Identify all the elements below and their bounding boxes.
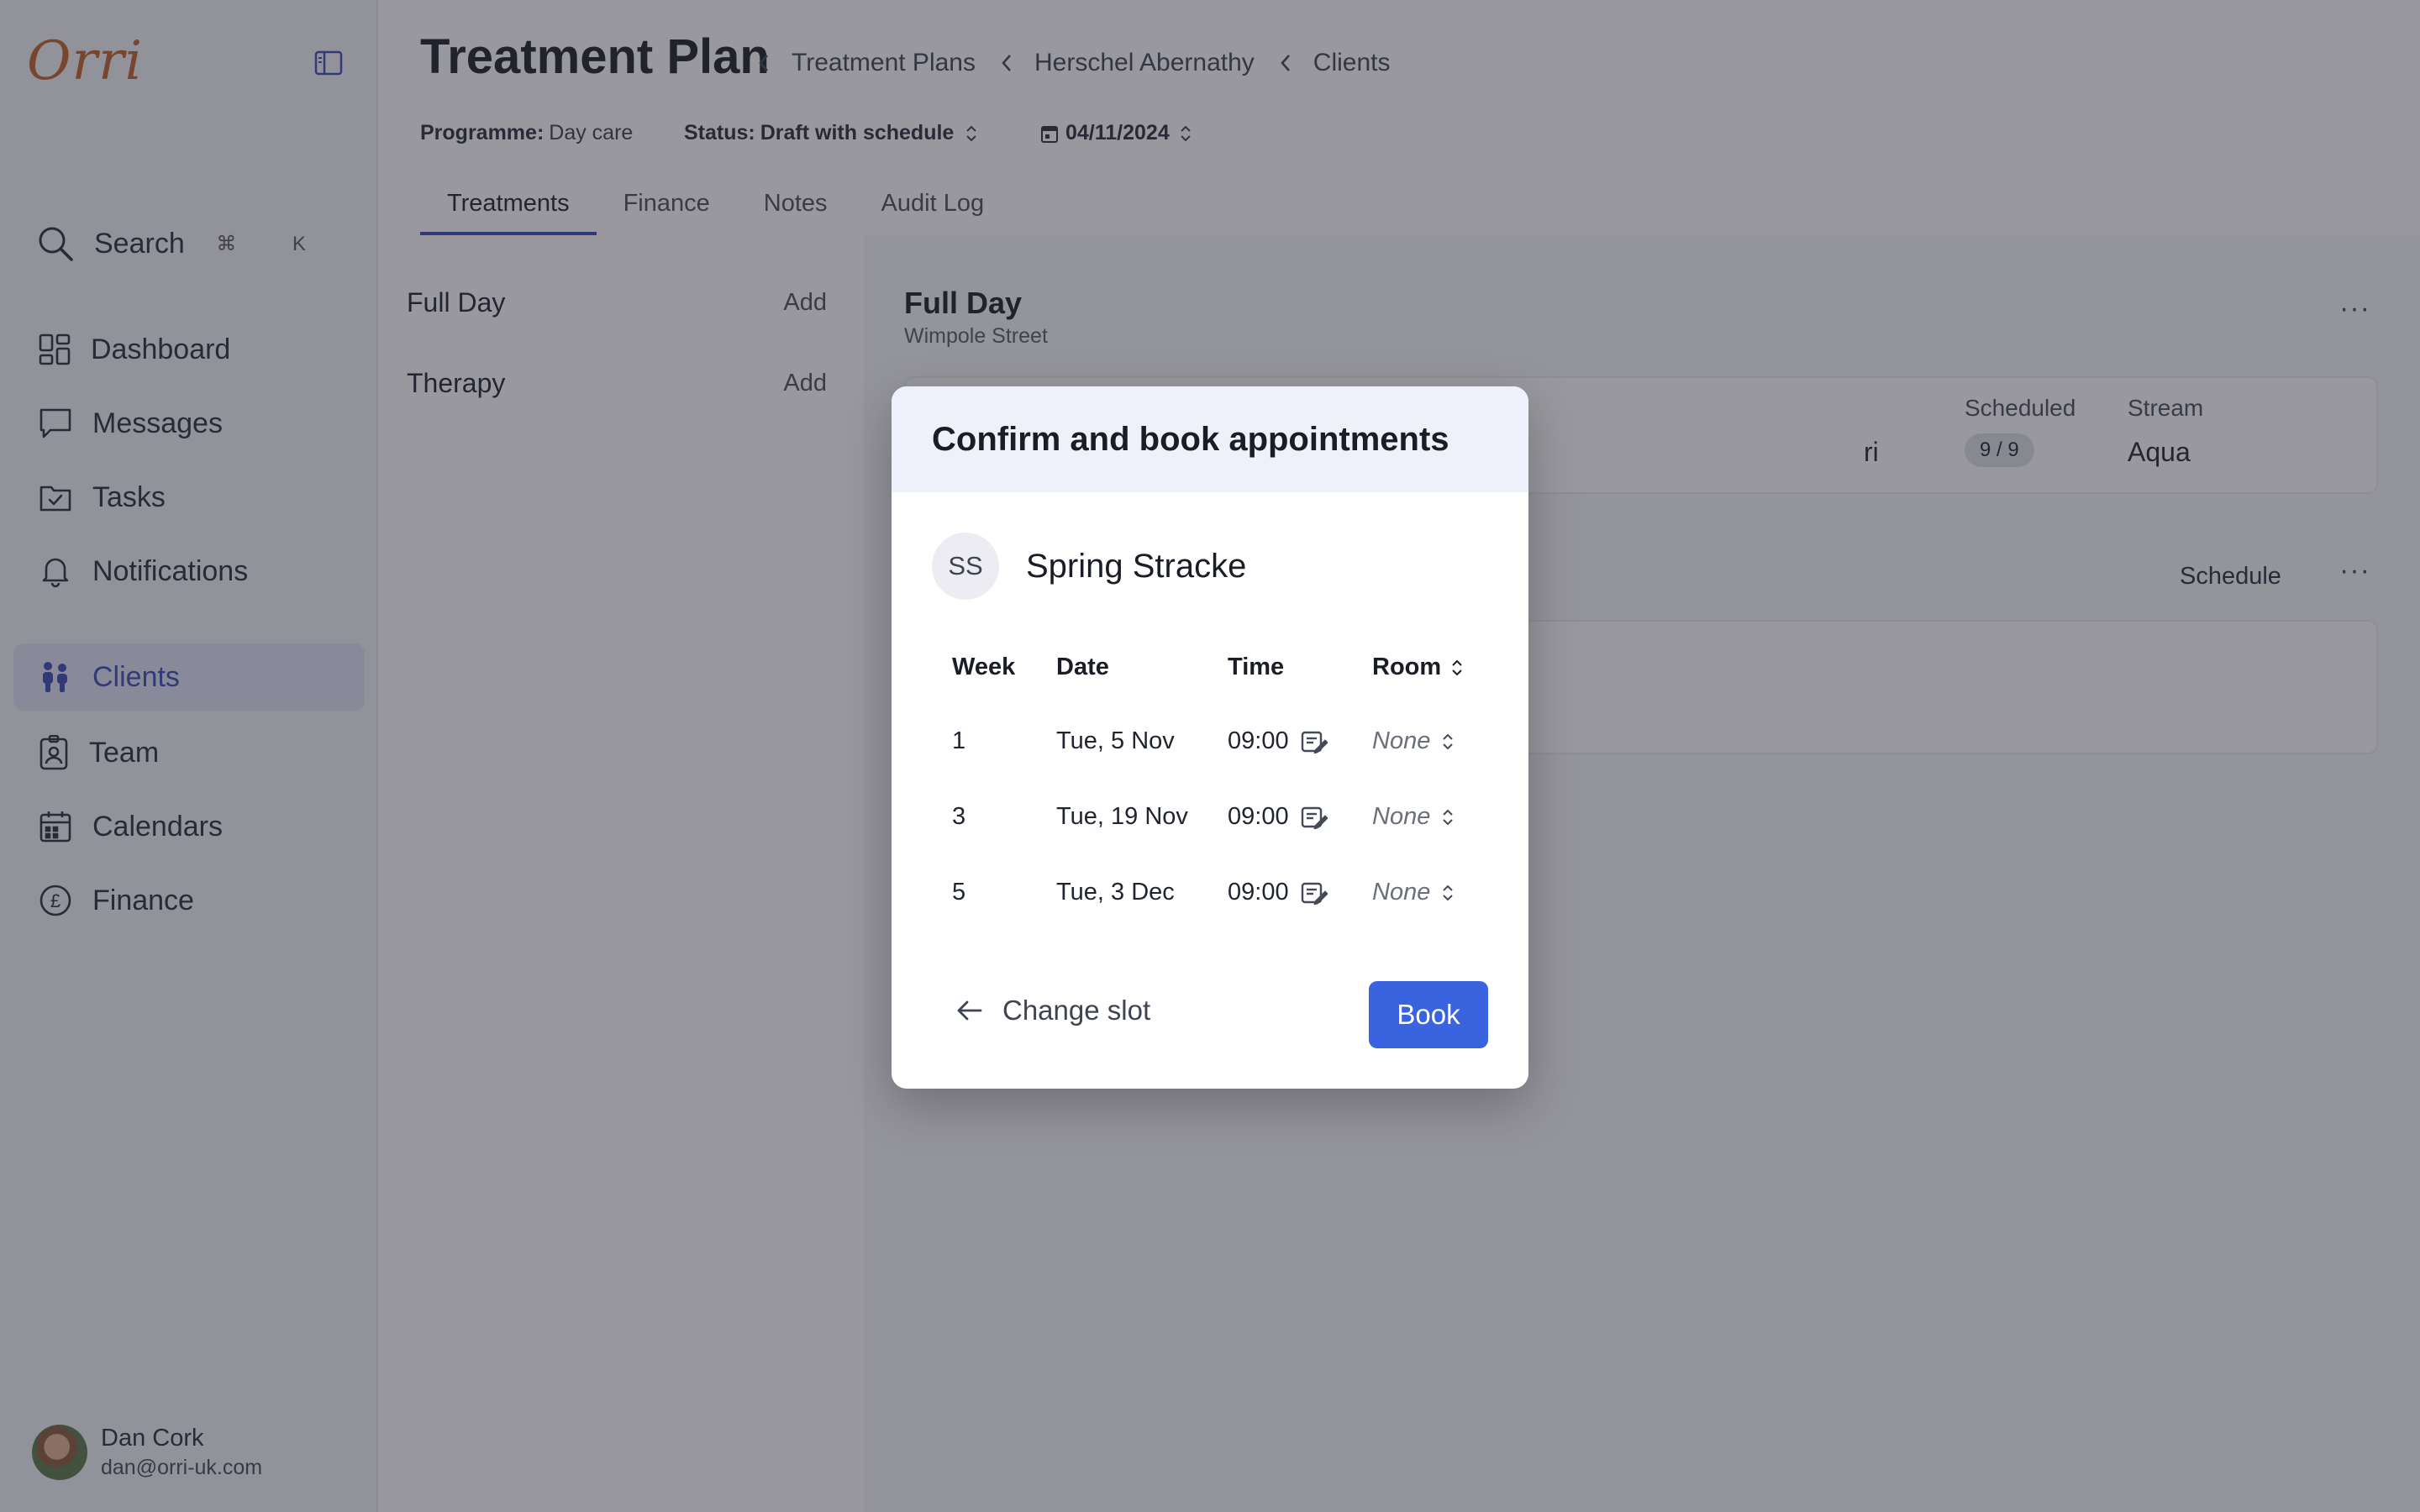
week-cell: 3	[952, 803, 966, 830]
room-value: None	[1372, 727, 1431, 754]
time-value: 09:00	[1228, 727, 1289, 754]
client-info: SS Spring Stracke	[932, 533, 1246, 600]
edit-time-icon[interactable]	[1301, 806, 1328, 829]
room-select[interactable]: None	[1372, 727, 1454, 755]
arrow-left-icon	[957, 1000, 982, 1021]
date-cell: Tue, 19 Nov	[1056, 803, 1188, 830]
chevron-updown-icon	[1443, 809, 1454, 825]
week-cell: 1	[952, 727, 966, 754]
change-slot-label: Change slot	[1002, 995, 1151, 1026]
column-header-label: Room	[1372, 654, 1442, 680]
room-select[interactable]: None	[1372, 879, 1454, 906]
room-value: None	[1372, 803, 1431, 830]
dialog-title: Confirm and book appointments	[932, 420, 1449, 458]
dialog-header: Confirm and book appointments	[892, 386, 1528, 492]
time-cell: 09:00	[1228, 727, 1328, 755]
column-header-date: Date	[1056, 654, 1109, 680]
chevron-updown-icon	[1443, 885, 1454, 900]
edit-time-icon[interactable]	[1301, 881, 1328, 905]
week-cell: 5	[952, 879, 966, 906]
chevron-updown-icon	[1443, 733, 1454, 749]
edit-time-icon[interactable]	[1301, 730, 1328, 753]
book-button[interactable]: Book	[1369, 981, 1488, 1048]
column-header-room[interactable]: Room	[1372, 654, 1463, 681]
time-cell: 09:00	[1228, 879, 1328, 906]
client-name: Spring Stracke	[1026, 547, 1247, 585]
change-slot-button[interactable]: Change slot	[955, 995, 1150, 1026]
date-cell: Tue, 5 Nov	[1056, 727, 1175, 754]
time-value: 09:00	[1228, 803, 1289, 830]
date-cell: Tue, 3 Dec	[1056, 879, 1175, 906]
column-header-time: Time	[1228, 654, 1285, 680]
room-value: None	[1372, 879, 1431, 906]
confirm-booking-dialog: Confirm and book appointments SS Spring …	[892, 386, 1528, 1089]
sort-icon	[1452, 659, 1462, 675]
room-select[interactable]: None	[1372, 803, 1454, 831]
time-value: 09:00	[1228, 879, 1289, 906]
column-header-week: Week	[952, 654, 1016, 680]
time-cell: 09:00	[1228, 803, 1328, 831]
client-avatar: SS	[932, 533, 999, 600]
